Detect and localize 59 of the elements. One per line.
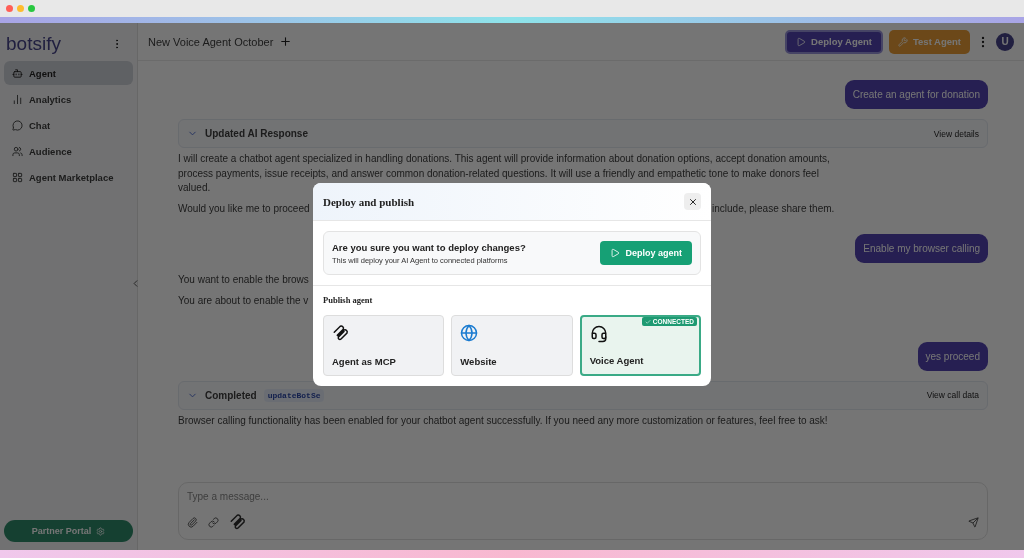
- add-icon[interactable]: [279, 35, 293, 48]
- platform-card[interactable]: Agent as MCP: [323, 315, 445, 376]
- link-icon[interactable]: [208, 516, 219, 528]
- play-icon: [796, 36, 807, 47]
- nav-item[interactable]: Agent: [4, 61, 133, 85]
- bot-message: You want to enable the brows: [178, 272, 309, 287]
- check-icon: [644, 318, 651, 325]
- dialog-title: Deploy and publish: [323, 195, 415, 208]
- logo: botsify: [6, 33, 61, 55]
- agent-title: New Voice Agent October: [148, 35, 274, 48]
- robot-icon: [12, 67, 23, 79]
- headset-icon: [589, 325, 608, 343]
- step-title: Completed: [205, 389, 257, 401]
- deploy-button[interactable]: Deploy Agent: [785, 29, 883, 54]
- function-tag: updateBotSe: [263, 388, 325, 402]
- close-icon: [687, 196, 698, 207]
- card-label: Website: [460, 356, 498, 367]
- gear-icon: [96, 526, 106, 536]
- bar-chart-icon: [12, 93, 23, 105]
- user-message: Enable my browser calling: [855, 233, 988, 263]
- bot-message: Would you like me to proceed: [178, 202, 310, 214]
- card-label: Agent as MCP: [332, 356, 397, 367]
- bot-message: I will create a chatbot agent specialized in handling donations. This agent will provide information about donation options, accept donation amounts, process payments, issue receipts, and answer common donation-related questions. It will use a friendly and empathetic tone to make donors feel valued.: [178, 152, 831, 195]
- bot-message: Browser calling functionality has been enabled for your chatbot agent successfully. If you need any more customization or features, feel free to ask!: [178, 413, 828, 428]
- play-icon: [610, 248, 621, 258]
- user-message: yes proceed: [917, 341, 988, 371]
- people-icon: [12, 145, 23, 157]
- avatar[interactable]: U: [996, 32, 1014, 51]
- step-title: Updated AI Response: [205, 128, 308, 139]
- nav-item[interactable]: Agent Marketplace: [4, 165, 133, 189]
- close-button[interactable]: [684, 193, 701, 210]
- section-title: Publish agent: [323, 295, 374, 305]
- minimize-window-dot[interactable]: [17, 5, 24, 12]
- card-label: Voice Agent: [589, 355, 645, 366]
- wrench-icon: [897, 36, 908, 47]
- platform-card[interactable]: Website: [451, 315, 573, 376]
- nav-item[interactable]: Analytics: [4, 87, 133, 111]
- globe-icon: [460, 324, 479, 342]
- confirm-heading: Are you sure you want to deploy changes?: [332, 241, 526, 253]
- step-header[interactable]: Completed updateBotSe View call data: [178, 380, 988, 410]
- partner-portal-button[interactable]: Partner Portal: [4, 520, 133, 542]
- bot-message: You are about to enable the v: [178, 294, 309, 308]
- bot-message: include, please share them.: [712, 202, 835, 214]
- nav-item[interactable]: Chat: [4, 113, 133, 137]
- coil-icon: [332, 324, 350, 342]
- close-window-dot[interactable]: [6, 5, 13, 12]
- user-message: Create an agent for donation: [844, 80, 988, 109]
- deploy-agent-button[interactable]: Deploy agent: [600, 241, 692, 265]
- grid-icon: [12, 171, 23, 183]
- step-link[interactable]: View details: [933, 128, 979, 139]
- nav-item[interactable]: Audience: [4, 139, 133, 163]
- chat-bubble-icon: [12, 119, 23, 131]
- step-header[interactable]: Updated AI Response View details: [178, 119, 988, 148]
- maximize-window-dot[interactable]: [28, 5, 35, 12]
- step-link[interactable]: View call data: [926, 390, 979, 400]
- paperclip-icon[interactable]: [187, 516, 198, 528]
- coil-icon: [229, 513, 247, 531]
- send-icon[interactable]: [968, 516, 979, 528]
- test-button[interactable]: Test Agent: [888, 29, 970, 54]
